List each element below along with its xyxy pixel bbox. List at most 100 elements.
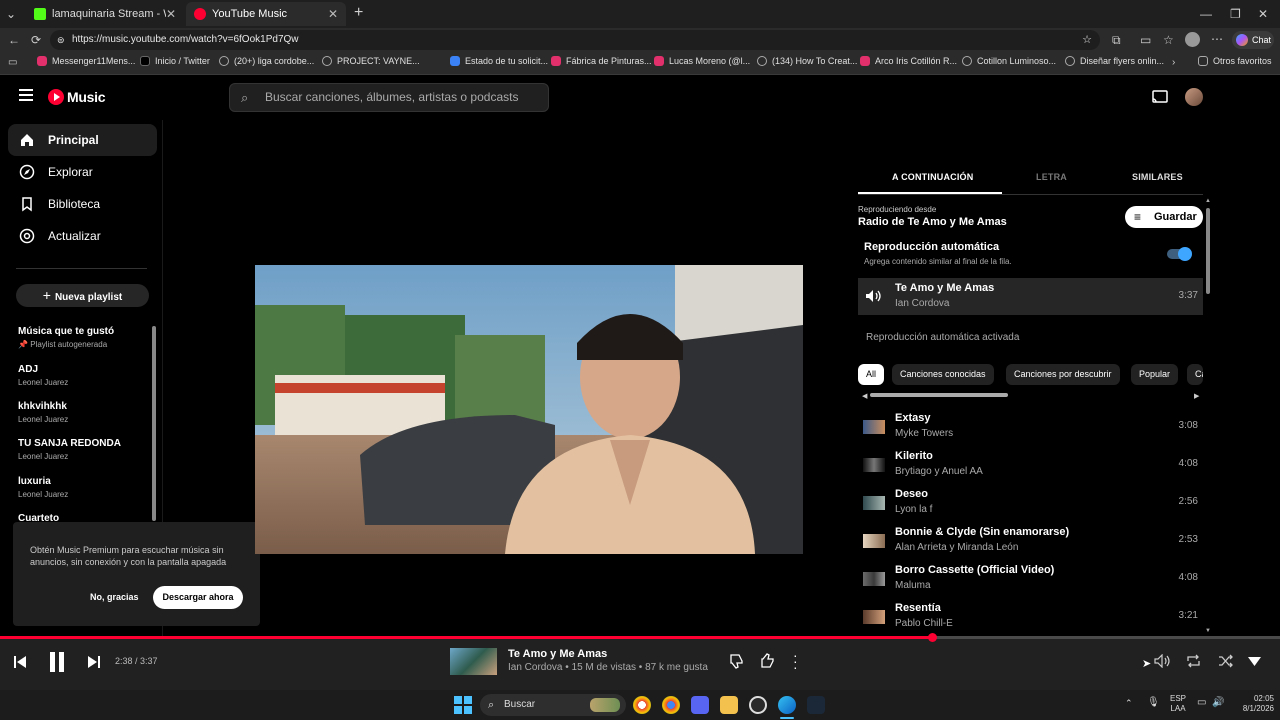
close-tab-icon[interactable]: ✕	[166, 7, 176, 21]
queue-song-row[interactable]: Bonnie & Clyde (Sin enamorarse) Alan Arr…	[858, 522, 1203, 560]
queue-scroll-up-icon[interactable]: ▲	[1205, 198, 1211, 204]
queue-song-row[interactable]: Deseo Lyon la f 2:56	[858, 484, 1203, 522]
bookmark-item[interactable]: Diseñar flyers onlin...	[1065, 56, 1164, 66]
sidebar-item-explorar[interactable]: Explorar	[8, 156, 157, 188]
thumbs-down-icon[interactable]	[729, 653, 744, 669]
profile-avatar[interactable]	[1185, 32, 1200, 47]
progress-knob[interactable]	[927, 633, 937, 642]
dismiss-button[interactable]: No, gracias	[90, 592, 139, 602]
sidebar-item-actualizar[interactable]: Actualizar	[8, 220, 157, 252]
queue-song-row[interactable]: Borro Cassette (Official Video) Maluma 4…	[858, 560, 1203, 598]
chevron-right-icon[interactable]: ›	[1172, 55, 1175, 71]
expand-player-icon[interactable]	[1248, 657, 1261, 666]
chips-scrollbar[interactable]	[870, 393, 1008, 397]
save-button[interactable]: ≡ Guardar	[1125, 206, 1203, 228]
reload-icon[interactable]: ⟳	[31, 32, 41, 48]
bookmark-item[interactable]: Inicio / Twitter	[140, 56, 210, 66]
youtube-music-logo-icon[interactable]	[48, 89, 64, 105]
queue-song-row[interactable]: Resentía Pablo Chill-E 3:21	[858, 598, 1203, 636]
bookmark-item[interactable]: PROJECT: VAYNE...	[322, 56, 420, 66]
split-screen-icon[interactable]: ▭	[1140, 32, 1151, 48]
chip-all[interactable]: All	[858, 364, 885, 385]
discord-icon[interactable]	[691, 696, 709, 714]
previous-icon[interactable]	[13, 655, 27, 669]
more-options-icon[interactable]: ⋯	[1211, 31, 1223, 47]
now-playing-row[interactable]: Te Amo y Me Amas Ian Cordova 3:37	[858, 278, 1203, 315]
chrome-profile-icon[interactable]	[662, 696, 680, 714]
tab-up-next[interactable]: A CONTINUACIÓN	[892, 172, 973, 182]
now-playing-thumbnail[interactable]	[450, 648, 497, 675]
chips-scroll-right-icon[interactable]: ▶	[1194, 392, 1199, 400]
extensions-icon[interactable]: ⧉	[1112, 32, 1121, 48]
clock[interactable]: 02:05 8/1/2026	[1230, 694, 1274, 714]
cast-icon[interactable]	[1152, 90, 1168, 104]
sidebar-item-biblioteca[interactable]: Biblioteca	[8, 188, 157, 220]
tray-overflow-icon[interactable]: ⌃	[1125, 698, 1133, 709]
bookmark-item[interactable]: Estado de tu solicit...	[450, 56, 548, 66]
account-avatar[interactable]	[1185, 88, 1203, 106]
bookmark-item[interactable]: Arco Iris Cotillón R...	[860, 56, 957, 66]
favorite-star-icon[interactable]: ☆	[1082, 30, 1092, 50]
taskbar-search[interactable]: ⌕ Buscar	[480, 694, 626, 716]
chip-partial[interactable]: Ca	[1187, 364, 1203, 385]
tab-list-icon[interactable]: ⌄	[6, 6, 16, 22]
bookmark-item[interactable]: (20+) liga cordobe...	[219, 56, 314, 66]
tab-lamaquinaria[interactable]: lamaquinaria Stream - Watch Live ✕	[26, 2, 184, 26]
language-indicator[interactable]: ESP LAA	[1170, 694, 1186, 714]
logo-text[interactable]: Music	[67, 89, 105, 105]
collections-icon[interactable]: ▭	[8, 55, 17, 71]
file-explorer-icon[interactable]	[720, 696, 738, 714]
windows-start-icon[interactable]	[454, 696, 472, 714]
repeat-icon[interactable]	[1186, 654, 1201, 668]
site-info-icon[interactable]: ⊜	[57, 30, 65, 50]
playlist-title[interactable]: TU SANJA REDONDA	[18, 438, 121, 449]
search-input[interactable]: ⌕ Buscar canciones, álbumes, artistas o …	[229, 83, 549, 112]
new-playlist-button[interactable]: + Nueva playlist	[16, 284, 149, 307]
bookmark-item[interactable]: (134) How To Creat...	[757, 56, 857, 66]
next-icon[interactable]	[87, 655, 101, 669]
hamburger-menu-icon[interactable]	[19, 89, 33, 101]
copilot-chat-button[interactable]: Chat	[1232, 31, 1274, 49]
thumbs-up-icon[interactable]	[760, 653, 775, 669]
playlist-title[interactable]: ADJ	[18, 364, 38, 375]
playlist-title[interactable]: khkvihkhk	[18, 401, 67, 412]
new-tab-icon[interactable]: +	[354, 5, 363, 21]
bookmark-item[interactable]: Fábrica de Pinturas...	[551, 56, 652, 66]
maximize-icon[interactable]: ❐	[1230, 6, 1241, 22]
playlist-title[interactable]: Música que te gustó	[18, 326, 114, 337]
shuffle-icon[interactable]	[1218, 654, 1233, 668]
playlist-title[interactable]: luxuria	[18, 476, 51, 487]
back-icon[interactable]: ←	[8, 32, 20, 48]
tab-lyrics[interactable]: LETRA	[1036, 172, 1067, 182]
pause-icon[interactable]	[48, 651, 66, 673]
tab-youtube-music[interactable]: YouTube Music ✕	[186, 2, 346, 26]
other-bookmarks-folder[interactable]: Otros favoritos	[1198, 56, 1272, 66]
download-now-button[interactable]: Descargar ahora	[153, 586, 243, 609]
now-playing-title[interactable]: Te Amo y Me Amas	[508, 648, 607, 660]
app-icon[interactable]	[749, 696, 767, 714]
more-vert-icon[interactable]: · · ·	[793, 648, 798, 674]
volume-icon[interactable]	[1154, 654, 1170, 668]
sidebar-item-principal[interactable]: Principal	[8, 124, 157, 156]
speaker-icon[interactable]: 🔊	[1212, 697, 1224, 708]
close-window-icon[interactable]: ✕	[1258, 6, 1268, 22]
sidebar-scrollbar[interactable]	[152, 326, 156, 521]
queue-scrollbar[interactable]	[1206, 208, 1210, 294]
close-tab-icon[interactable]: ✕	[328, 7, 338, 21]
url-field[interactable]: ⊜ https://music.youtube.com/watch?v=6fOo…	[50, 30, 1100, 50]
queue-song-row[interactable]: Extasy Myke Towers 3:08	[858, 408, 1203, 446]
favorites-icon[interactable]: ☆	[1163, 32, 1174, 48]
chip-discover[interactable]: Canciones por descubrir	[1006, 364, 1120, 385]
autoplay-toggle[interactable]	[1167, 247, 1192, 261]
queue-song-row[interactable]: Kilerito Brytiago y Anuel AA 4:08	[858, 446, 1203, 484]
chrome-icon[interactable]	[633, 696, 651, 714]
network-icon[interactable]: ▭	[1197, 697, 1206, 708]
chip-popular[interactable]: Popular	[1131, 364, 1179, 385]
tab-related[interactable]: SIMILARES	[1132, 172, 1183, 182]
chips-scroll-left-icon[interactable]: ◀	[862, 392, 867, 400]
chip-known-songs[interactable]: Canciones conocidas	[892, 364, 994, 385]
music-video[interactable]	[255, 265, 803, 554]
steam-icon[interactable]	[807, 696, 825, 714]
bookmark-item[interactable]: Messenger11Mens...	[37, 56, 135, 66]
microphone-icon[interactable]: 🎙	[1147, 697, 1160, 708]
